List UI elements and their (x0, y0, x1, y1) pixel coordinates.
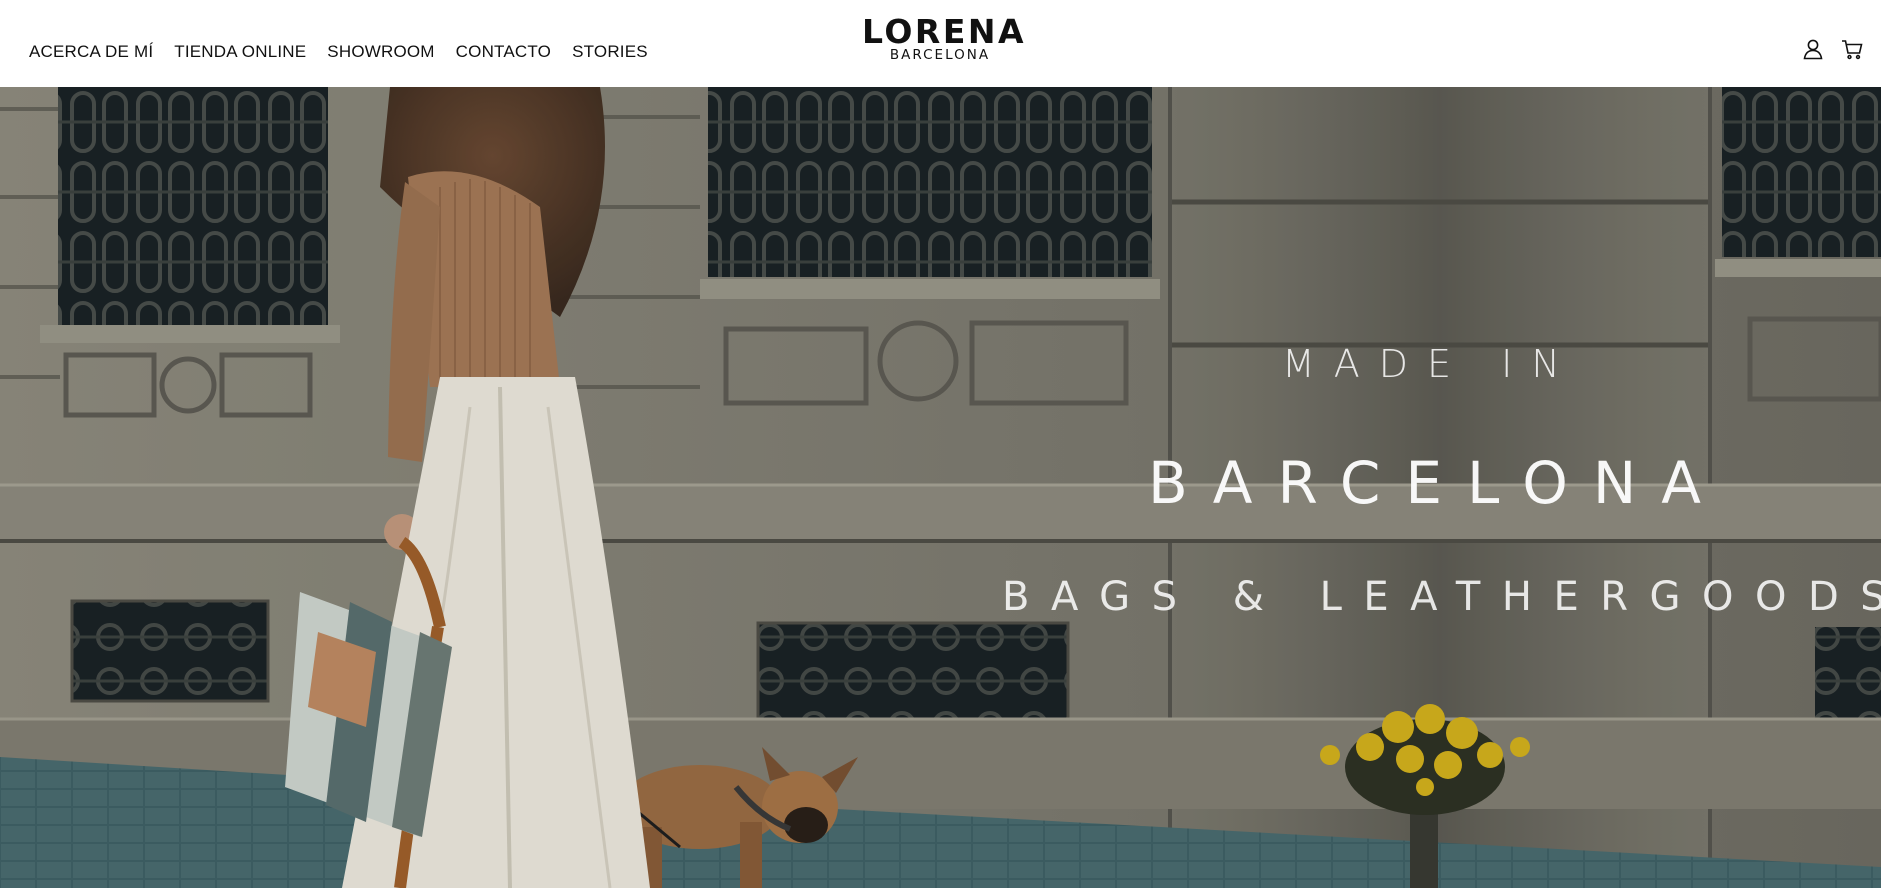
user-icon[interactable] (1802, 38, 1824, 60)
cart-icon[interactable] (1841, 38, 1863, 60)
hero-banner: MADE IN BARCELONA BAGS & LEATHERGOODS (0, 87, 1881, 888)
nav-item-stories[interactable]: STORIES (572, 26, 648, 62)
hero-text-overlay: MADE IN BARCELONA BAGS & LEATHERGOODS (0, 87, 1881, 888)
hero-line-barcelona: BARCELONA (1148, 449, 1726, 517)
nav-item-contacto[interactable]: CONTACTO (456, 26, 551, 62)
header-icons (1802, 38, 1863, 60)
brand-logo[interactable]: LORENA BARCELONA (862, 12, 1027, 63)
site-header: ACERCA DE MÍ TIENDA ONLINE SHOWROOM CONT… (0, 0, 1881, 87)
hero-line-made-in: MADE IN (1282, 342, 1579, 386)
nav-item-showroom[interactable]: SHOWROOM (327, 26, 434, 62)
nav-item-acerca[interactable]: ACERCA DE MÍ (29, 26, 153, 62)
hero-line-bags-leathergoods: BAGS & LEATHERGOODS (1002, 574, 1881, 620)
logo-wordmark: LORENA (862, 12, 1027, 51)
main-nav: ACERCA DE MÍ TIENDA ONLINE SHOWROOM CONT… (29, 0, 669, 87)
nav-item-tienda[interactable]: TIENDA ONLINE (174, 26, 306, 62)
